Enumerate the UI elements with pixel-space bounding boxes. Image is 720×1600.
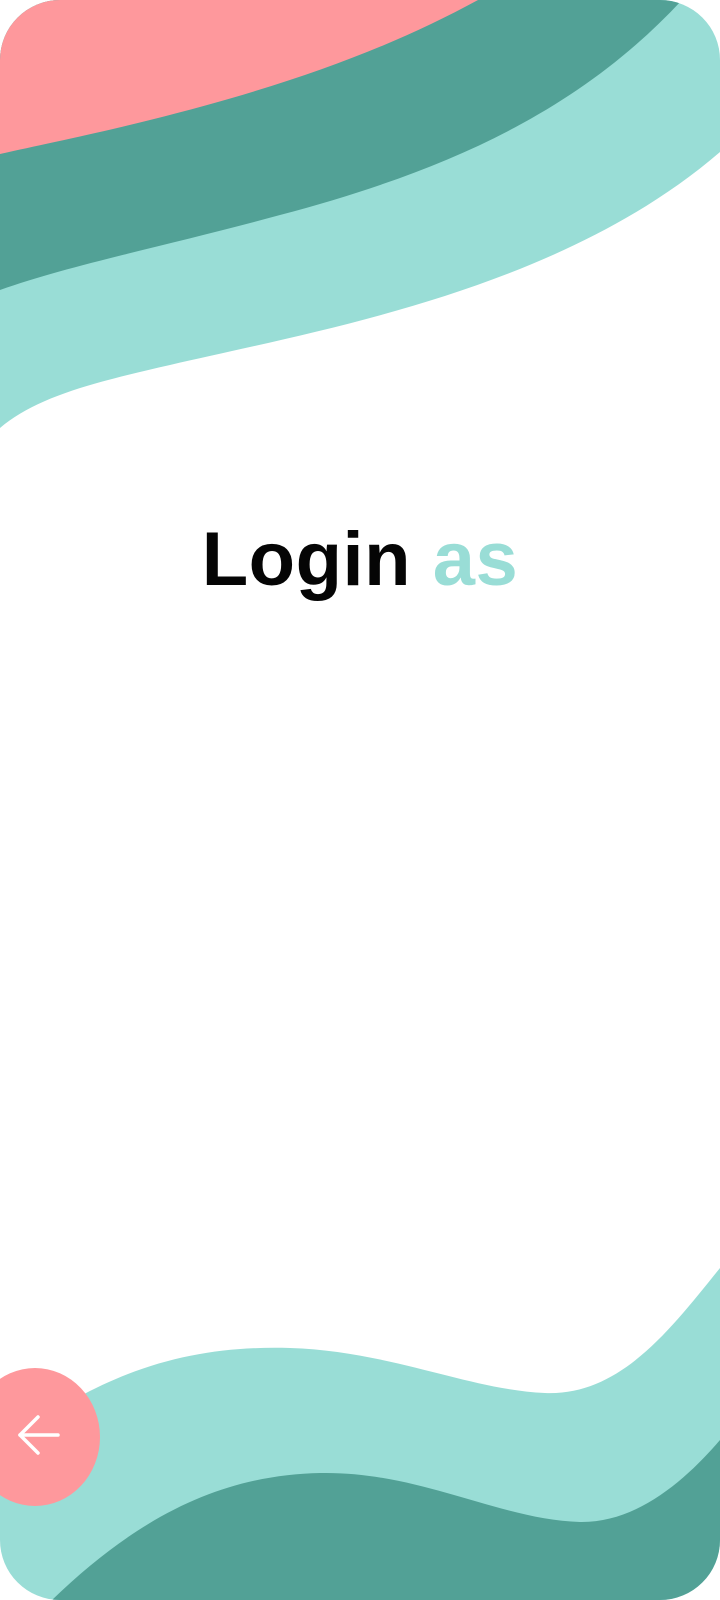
page-title: Login as xyxy=(0,522,720,598)
arrow-left-icon xyxy=(18,1415,60,1455)
title-word-as: as xyxy=(432,517,519,602)
login-as-screen: Login as xyxy=(0,0,720,1600)
bottom-wave-decoration xyxy=(0,1268,720,1600)
title-word-login: Login xyxy=(201,517,412,602)
top-wave-decoration xyxy=(0,0,720,428)
